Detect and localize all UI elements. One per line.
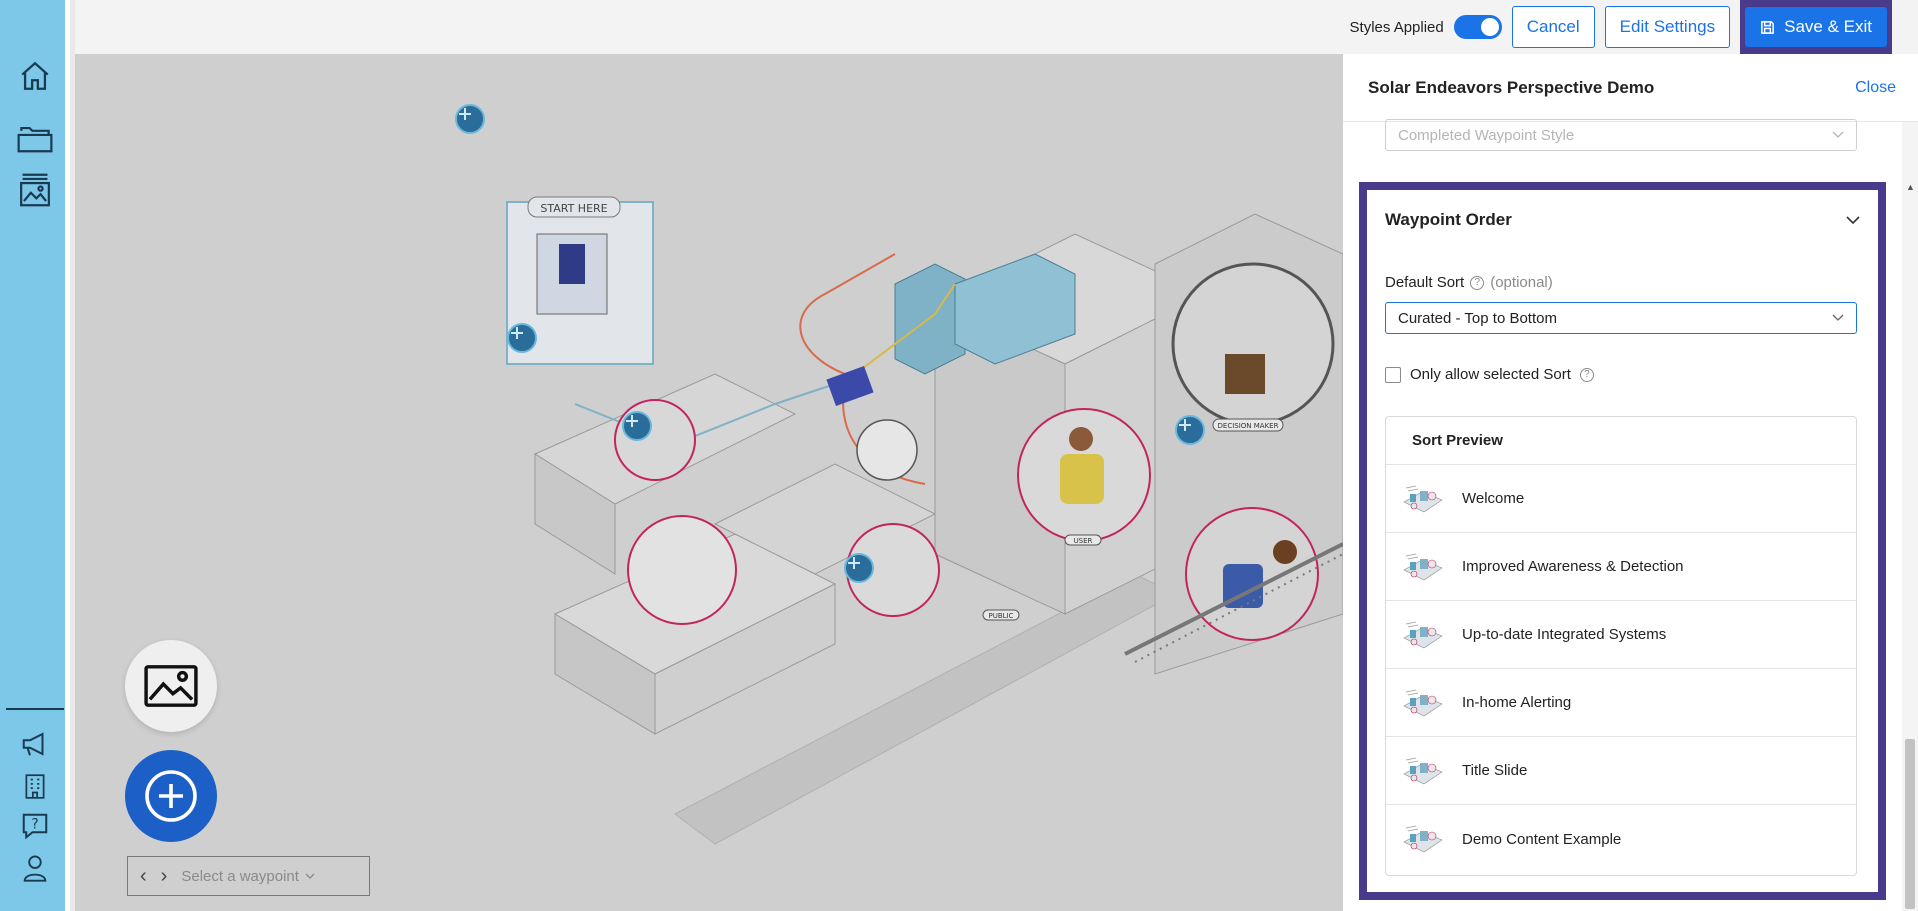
panel-header: Solar Endeavors Perspective Demo Close <box>1343 54 1918 122</box>
close-link[interactable]: Close <box>1855 79 1896 97</box>
add-waypoint-marker[interactable] <box>507 323 537 353</box>
scroll-up-icon[interactable]: ▲ <box>1906 182 1915 192</box>
chevron-down-icon <box>1832 314 1844 321</box>
folder-icon[interactable] <box>17 121 53 157</box>
help-icon[interactable]: ? <box>1470 275 1485 290</box>
sort-preview-list: Welcome Improved Awareness & Detection Up-… <box>1386 465 1856 873</box>
waypoint-thumbnail <box>1403 825 1443 853</box>
waypoint-order-header[interactable]: Waypoint Order <box>1385 210 1860 230</box>
sort-preview-item[interactable]: Demo Content Example <box>1386 805 1856 873</box>
save-exit-highlight: Save & Exit <box>1740 0 1892 54</box>
svg-text:?: ? <box>31 817 38 833</box>
waypoint-order-title: Waypoint Order <box>1385 210 1512 229</box>
add-waypoint-marker[interactable] <box>844 553 874 583</box>
plus-icon <box>848 557 860 569</box>
panel-title: Solar Endeavors Perspective Demo <box>1368 77 1655 97</box>
sort-preview-title: Sort Preview <box>1386 417 1856 465</box>
default-sort-select[interactable]: Curated - Top to Bottom <box>1385 302 1857 334</box>
sort-preview: Sort Preview Welcome Improved Awareness &… <box>1385 416 1857 876</box>
sort-preview-item[interactable]: Title Slide <box>1386 737 1856 805</box>
plus-icon <box>511 327 523 339</box>
left-rail: ? <box>0 0 70 911</box>
sort-preview-item[interactable]: Up-to-date Integrated Systems <box>1386 601 1856 669</box>
waypoint-order-section: Waypoint Order Default Sort ? (optional)… <box>1359 182 1886 900</box>
sort-preview-item-label: Improved Awareness & Detection <box>1462 558 1684 575</box>
default-sort-label: Default Sort <box>1385 274 1465 291</box>
user-tag: USER <box>1074 537 1093 545</box>
next-waypoint-icon[interactable]: › <box>161 865 168 888</box>
optional-label: (optional) <box>1490 274 1553 291</box>
plus-icon <box>626 415 638 427</box>
waypoint-thumbnail <box>1403 485 1443 512</box>
sort-preview-item-label: Up-to-date Integrated Systems <box>1462 626 1667 643</box>
save-exit-label: Save & Exit <box>1784 17 1872 36</box>
building-icon[interactable] <box>17 768 53 804</box>
waypoint-thumbnail <box>1403 621 1443 648</box>
rail-divider <box>6 708 64 710</box>
waypoint-thumbnail <box>1403 553 1443 580</box>
megaphone-icon[interactable] <box>17 726 53 762</box>
add-waypoint-marker[interactable] <box>455 104 485 134</box>
sort-preview-item-label: In-home Alerting <box>1462 694 1572 711</box>
edit-settings-button[interactable]: Edit Settings <box>1604 6 1731 48</box>
chevron-down-icon <box>1832 131 1844 138</box>
help-icon[interactable]: ? <box>17 808 53 844</box>
prev-waypoint-icon[interactable]: ‹ <box>140 865 147 888</box>
sort-preview-item[interactable]: Welcome <box>1386 465 1856 533</box>
save-exit-button[interactable]: Save & Exit <box>1745 7 1887 47</box>
styles-applied-label: Styles Applied <box>1349 18 1444 36</box>
waypoint-select-placeholder: Select a waypoint <box>181 867 299 885</box>
home-icon[interactable] <box>17 58 53 94</box>
add-waypoint-button[interactable] <box>125 750 217 842</box>
sort-preview-item-label: Demo Content Example <box>1462 830 1622 848</box>
completed-style-placeholder: Completed Waypoint Style <box>1398 126 1575 144</box>
plus-icon <box>1179 419 1191 431</box>
start-here-text: START HERE <box>540 202 607 215</box>
chevron-down-icon <box>305 873 315 879</box>
only-allow-checkbox[interactable] <box>1385 366 1401 383</box>
completed-waypoint-style-select[interactable]: Completed Waypoint Style <box>1385 119 1857 151</box>
illustration: START HERE DECISION MAKER USER PUBLIC <box>506 196 1343 845</box>
public-tag: PUBLIC <box>989 612 1014 620</box>
top-bar: Styles Applied Cancel Edit Settings Save… <box>75 0 1918 54</box>
chevron-down-icon[interactable] <box>1846 215 1860 225</box>
waypoint-thumbnail <box>1403 689 1443 716</box>
toggle-knob <box>1480 18 1499 36</box>
decision-maker-tag: DECISION MAKER <box>1218 422 1279 430</box>
plus-icon <box>459 108 471 120</box>
default-sort-label-row: Default Sort ? (optional) <box>1385 274 1553 291</box>
sort-preview-item[interactable]: In-home Alerting <box>1386 669 1856 737</box>
scroll-thumb[interactable] <box>1905 739 1915 909</box>
sort-preview-item[interactable]: Improved Awareness & Detection <box>1386 533 1856 601</box>
map-canvas[interactable]: START HERE DECISION MAKER USER PUBLIC <box>75 54 1343 911</box>
waypoint-select[interactable]: Select a waypoint <box>181 868 315 885</box>
default-sort-value: Curated - Top to Bottom <box>1398 309 1557 327</box>
settings-panel: Solar Endeavors Perspective Demo Close C… <box>1343 54 1918 911</box>
only-allow-row: Only allow selected Sort ? <box>1385 366 1594 383</box>
image-icon <box>144 665 198 707</box>
waypoint-thumbnail <box>1403 757 1443 784</box>
save-icon <box>1761 20 1774 34</box>
styles-applied-toggle[interactable] <box>1453 15 1502 39</box>
add-waypoint-marker[interactable] <box>1175 415 1205 445</box>
sort-preview-item-label: Welcome <box>1462 490 1525 507</box>
user-icon[interactable] <box>17 850 53 886</box>
only-allow-label: Only allow selected Sort <box>1410 366 1571 383</box>
cancel-button[interactable]: Cancel <box>1511 6 1595 48</box>
plus-circle-icon <box>145 770 197 822</box>
gallery-icon[interactable] <box>17 172 53 208</box>
panel-scrollbar[interactable]: ▲ <box>1902 122 1918 911</box>
waypoint-navigator: ‹ › Select a waypoint <box>127 856 370 896</box>
background-image-button[interactable] <box>125 640 217 732</box>
add-waypoint-marker[interactable] <box>622 411 652 441</box>
help-icon[interactable]: ? <box>1579 367 1594 382</box>
sort-preview-item-label: Title Slide <box>1462 762 1528 779</box>
